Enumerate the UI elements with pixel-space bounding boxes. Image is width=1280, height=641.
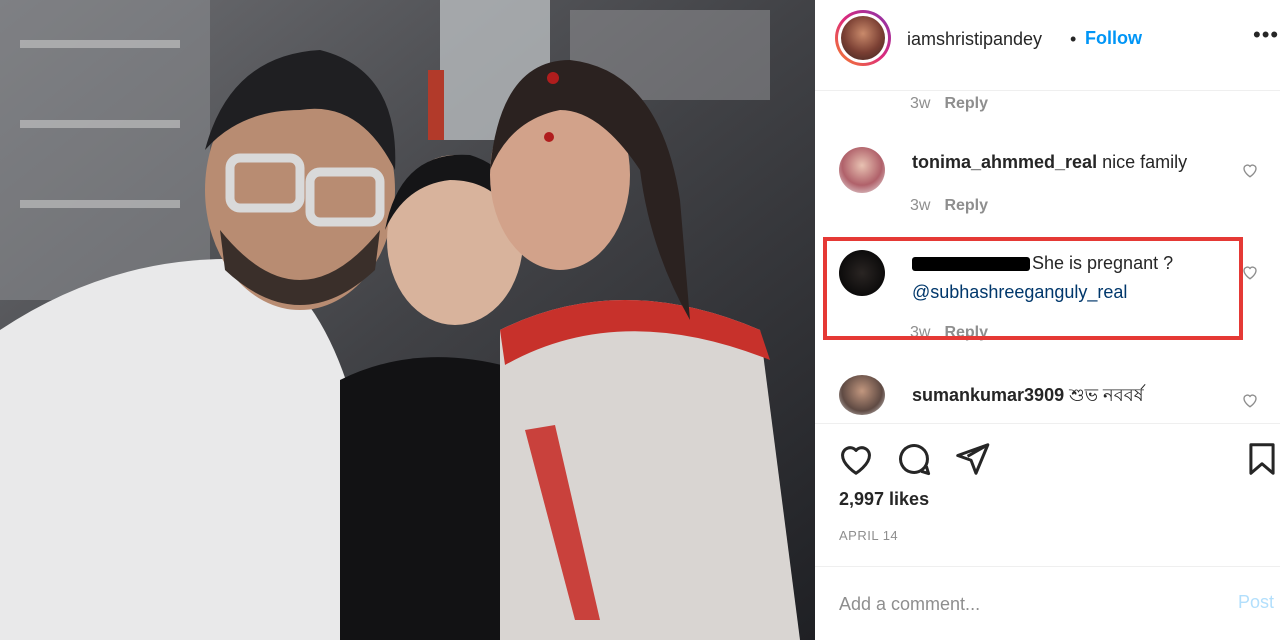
comment-time: 3w bbox=[910, 95, 931, 112]
author-avatar[interactable] bbox=[835, 10, 891, 66]
post-date[interactable]: APRIL 14 bbox=[839, 528, 898, 543]
comment-time: 3w bbox=[910, 197, 931, 214]
comment-input[interactable] bbox=[837, 589, 1201, 619]
comment-meta: 3w Reply bbox=[910, 197, 988, 215]
more-options-icon[interactable]: ••• bbox=[1253, 22, 1279, 48]
comment-body: tonima_ahmmed_real nice family bbox=[912, 152, 1187, 173]
commenter-username[interactable]: sumankumar3909 bbox=[912, 385, 1064, 405]
comment-text: শুভ নববর্ষ bbox=[1069, 385, 1144, 405]
commenter-avatar[interactable] bbox=[839, 147, 885, 193]
action-bar bbox=[815, 423, 1280, 424]
comment-like-heart-icon[interactable] bbox=[1241, 391, 1259, 409]
post-photo[interactable] bbox=[0, 0, 815, 640]
post-panel: iamshristipandey • Follow ••• 3w Reply to… bbox=[815, 0, 1280, 640]
comment-text: nice family bbox=[1102, 152, 1188, 172]
heart-icon[interactable] bbox=[837, 440, 875, 478]
add-comment-bar: Post bbox=[815, 566, 1280, 641]
highlight-box bbox=[823, 237, 1243, 340]
likes-count[interactable]: 2,997 likes bbox=[839, 489, 929, 510]
separator-dot: • bbox=[1070, 29, 1077, 49]
author-username[interactable]: iamshristipandey bbox=[907, 29, 1042, 50]
comment-meta: 3w Reply bbox=[910, 95, 988, 113]
post-photo-image bbox=[0, 0, 815, 640]
post-header: iamshristipandey • Follow ••• bbox=[815, 0, 1280, 91]
follow-button[interactable]: Follow bbox=[1085, 28, 1142, 49]
commenter-username[interactable]: tonima_ahmmed_real bbox=[912, 152, 1097, 172]
commenter-avatar[interactable] bbox=[839, 375, 885, 415]
paper-plane-icon[interactable] bbox=[953, 440, 991, 478]
comment-bubble-icon[interactable] bbox=[895, 440, 933, 478]
reply-button[interactable]: Reply bbox=[944, 197, 988, 214]
post-comment-button[interactable]: Post bbox=[1238, 592, 1274, 613]
bookmark-icon[interactable] bbox=[1243, 440, 1280, 478]
reply-button[interactable]: Reply bbox=[944, 95, 988, 112]
comment-body: sumankumar3909 শুভ নববর্ষ bbox=[912, 381, 1144, 412]
comment-like-heart-icon[interactable] bbox=[1241, 161, 1259, 179]
comment-like-heart-icon[interactable] bbox=[1241, 263, 1259, 281]
